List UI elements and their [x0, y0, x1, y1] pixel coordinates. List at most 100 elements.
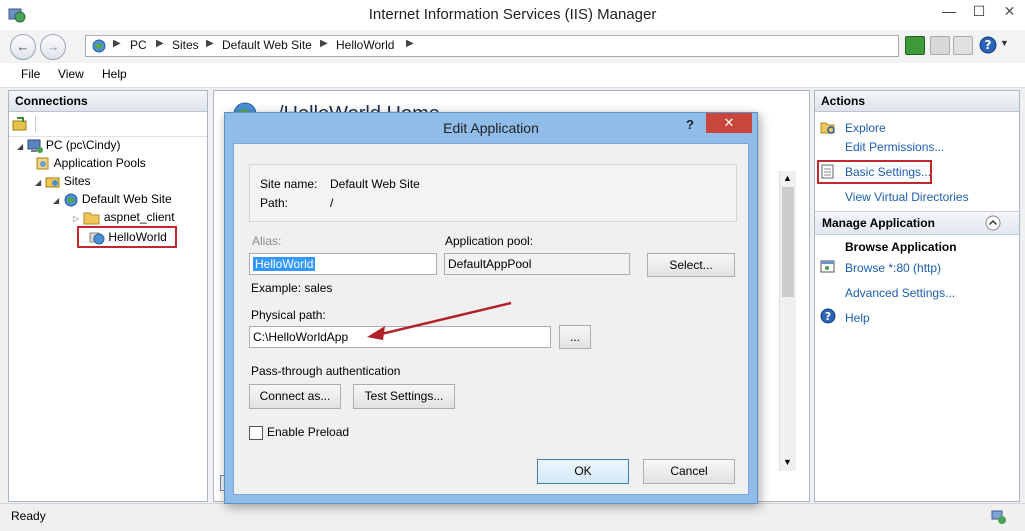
- chevron-right-icon: ▶: [113, 38, 121, 49]
- settings-document-icon: [821, 164, 834, 179]
- arrow-left-icon: ←: [16, 39, 30, 54]
- enable-preload-label: Enable Preload: [267, 425, 350, 439]
- globe-icon: [64, 193, 77, 207]
- vertical-scrollbar[interactable]: ▲ ▼: [779, 171, 796, 471]
- tree-node-pc[interactable]: ◢ PC (pc\Cindy): [17, 138, 121, 154]
- path-value: /: [330, 196, 334, 210]
- connections-header: Connections: [9, 91, 207, 112]
- view-virtual-directories-link[interactable]: View Virtual Directories: [845, 190, 969, 204]
- enable-preload-checkbox[interactable]: [249, 426, 263, 440]
- annotation-arrow-icon: [367, 301, 512, 340]
- tree-node-default-web-site[interactable]: ◢ Default Web Site: [53, 192, 172, 208]
- connect-icon[interactable]: [12, 116, 28, 132]
- alias-field[interactable]: HelloWorld: [249, 253, 437, 275]
- minimize-button[interactable]: —: [934, 0, 964, 22]
- svg-text:?: ?: [985, 38, 992, 52]
- tree-label: HelloWorld: [108, 230, 167, 245]
- browse-80-link[interactable]: Browse *:80 (http): [845, 261, 941, 275]
- back-button[interactable]: ←: [10, 34, 36, 60]
- alias-example: Example: sales: [251, 281, 333, 295]
- alias-value: HelloWorld: [253, 257, 316, 271]
- app-pool-icon: [36, 157, 49, 170]
- test-settings-button[interactable]: Test Settings...: [353, 384, 455, 409]
- chevron-right-icon: ▶: [206, 38, 214, 49]
- toolbar-divider: [35, 116, 36, 132]
- tree-collapse-icon[interactable]: ◢: [17, 142, 23, 151]
- site-name-label: Site name:: [260, 177, 318, 191]
- tree-node-aspnet-client[interactable]: ▷ aspnet_client: [73, 210, 175, 226]
- physical-path-label: Physical path:: [251, 308, 326, 322]
- path-label: Path:: [260, 196, 289, 210]
- address-bar[interactable]: ▶ PC ▶ Sites ▶ Default Web Site ▶ HelloW…: [85, 35, 899, 57]
- edit-permissions-link[interactable]: Edit Permissions...: [845, 140, 944, 154]
- forward-button[interactable]: →: [40, 34, 66, 60]
- tree-label: Application Pools: [53, 156, 146, 171]
- title-bar: Internet Information Services (IIS) Mana…: [0, 0, 1025, 30]
- explore-link[interactable]: Explore: [845, 121, 886, 135]
- cancel-button[interactable]: Cancel: [643, 459, 735, 484]
- application-icon: [89, 232, 105, 245]
- scrollbar-thumb[interactable]: [782, 187, 794, 297]
- site-name-value: Default Web Site: [330, 177, 420, 191]
- application-pool-field: DefaultAppPool: [444, 253, 630, 275]
- help-icon: ?: [820, 308, 836, 324]
- home-icon[interactable]: [953, 36, 973, 55]
- site-info-group: Site name: Default Web Site Path: /: [249, 164, 737, 222]
- chevron-right-icon: ▶: [406, 38, 414, 49]
- stop-icon[interactable]: [930, 36, 950, 55]
- breadcrumb-pc[interactable]: PC: [130, 38, 147, 52]
- select-pool-button[interactable]: Select...: [647, 253, 735, 277]
- tree-node-application-pools[interactable]: Application Pools: [35, 156, 146, 172]
- browse-path-button[interactable]: ...: [559, 325, 591, 349]
- manage-application-section[interactable]: Manage Application: [815, 211, 1019, 235]
- advanced-settings-link[interactable]: Advanced Settings...: [845, 286, 955, 300]
- network-status-icon: [991, 510, 1006, 524]
- tree-collapse-icon[interactable]: ◢: [35, 178, 41, 187]
- tree-label: Default Web Site: [81, 192, 172, 207]
- dialog-help-button[interactable]: ?: [677, 115, 703, 135]
- breadcrumb-sites[interactable]: Sites: [172, 38, 199, 52]
- ok-button[interactable]: OK: [537, 459, 629, 484]
- help-link[interactable]: Help: [845, 311, 870, 325]
- explore-folder-icon: [820, 122, 835, 134]
- chevron-right-icon: ▶: [320, 38, 328, 49]
- actions-header: Actions: [815, 91, 1019, 112]
- browse-icon: [820, 260, 835, 273]
- folder-icon: [83, 212, 99, 225]
- svg-text:?: ?: [825, 310, 831, 323]
- connections-panel: Connections ◢ PC (pc\Cindy) Application …: [8, 90, 208, 502]
- menu-view[interactable]: View: [58, 67, 84, 81]
- help-icon[interactable]: ?: [978, 35, 998, 55]
- refresh-icon[interactable]: [905, 36, 925, 55]
- computer-icon: [27, 139, 43, 153]
- menu-help[interactable]: Help: [102, 67, 127, 81]
- collapse-up-icon[interactable]: [985, 215, 1001, 231]
- breadcrumb-default-web-site[interactable]: Default Web Site: [222, 38, 312, 52]
- dialog-close-button[interactable]: ✕: [706, 113, 752, 133]
- maximize-button[interactable]: ☐: [964, 0, 994, 22]
- scroll-down-icon[interactable]: ▼: [783, 457, 792, 467]
- menu-file[interactable]: File: [21, 67, 40, 81]
- tree-collapse-icon[interactable]: ◢: [53, 196, 59, 205]
- tree-node-helloworld[interactable]: HelloWorld: [77, 226, 177, 248]
- tree-expand-icon[interactable]: ▷: [73, 214, 79, 223]
- connections-toolbar: [9, 112, 207, 137]
- close-window-button[interactable]: ✕: [994, 0, 1025, 22]
- help-dropdown-icon[interactable]: ▼: [1000, 38, 1009, 48]
- alias-label: Alias:: [252, 234, 282, 248]
- globe-icon: [92, 39, 106, 53]
- tree-node-sites[interactable]: ◢ Sites: [35, 174, 91, 190]
- scroll-up-icon[interactable]: ▲: [783, 173, 792, 183]
- arrow-right-icon: →: [46, 39, 60, 54]
- basic-settings-link[interactable]: Basic Settings...: [845, 165, 931, 179]
- application-pool-label: Application pool:: [445, 234, 534, 248]
- chevron-right-icon: ▶: [156, 38, 164, 49]
- edit-application-dialog: Edit Application ? ✕ Site name: Default …: [224, 112, 758, 504]
- connect-as-button[interactable]: Connect as...: [249, 384, 341, 409]
- dialog-body: Site name: Default Web Site Path: / Alia…: [233, 143, 749, 495]
- tree-label: Sites: [63, 174, 91, 189]
- breadcrumb-helloworld[interactable]: HelloWorld: [336, 38, 394, 52]
- menu-bar: File View Help: [0, 63, 1025, 88]
- tree-label: aspnet_client: [103, 210, 175, 225]
- window-title: Internet Information Services (IIS) Mana…: [368, 6, 657, 23]
